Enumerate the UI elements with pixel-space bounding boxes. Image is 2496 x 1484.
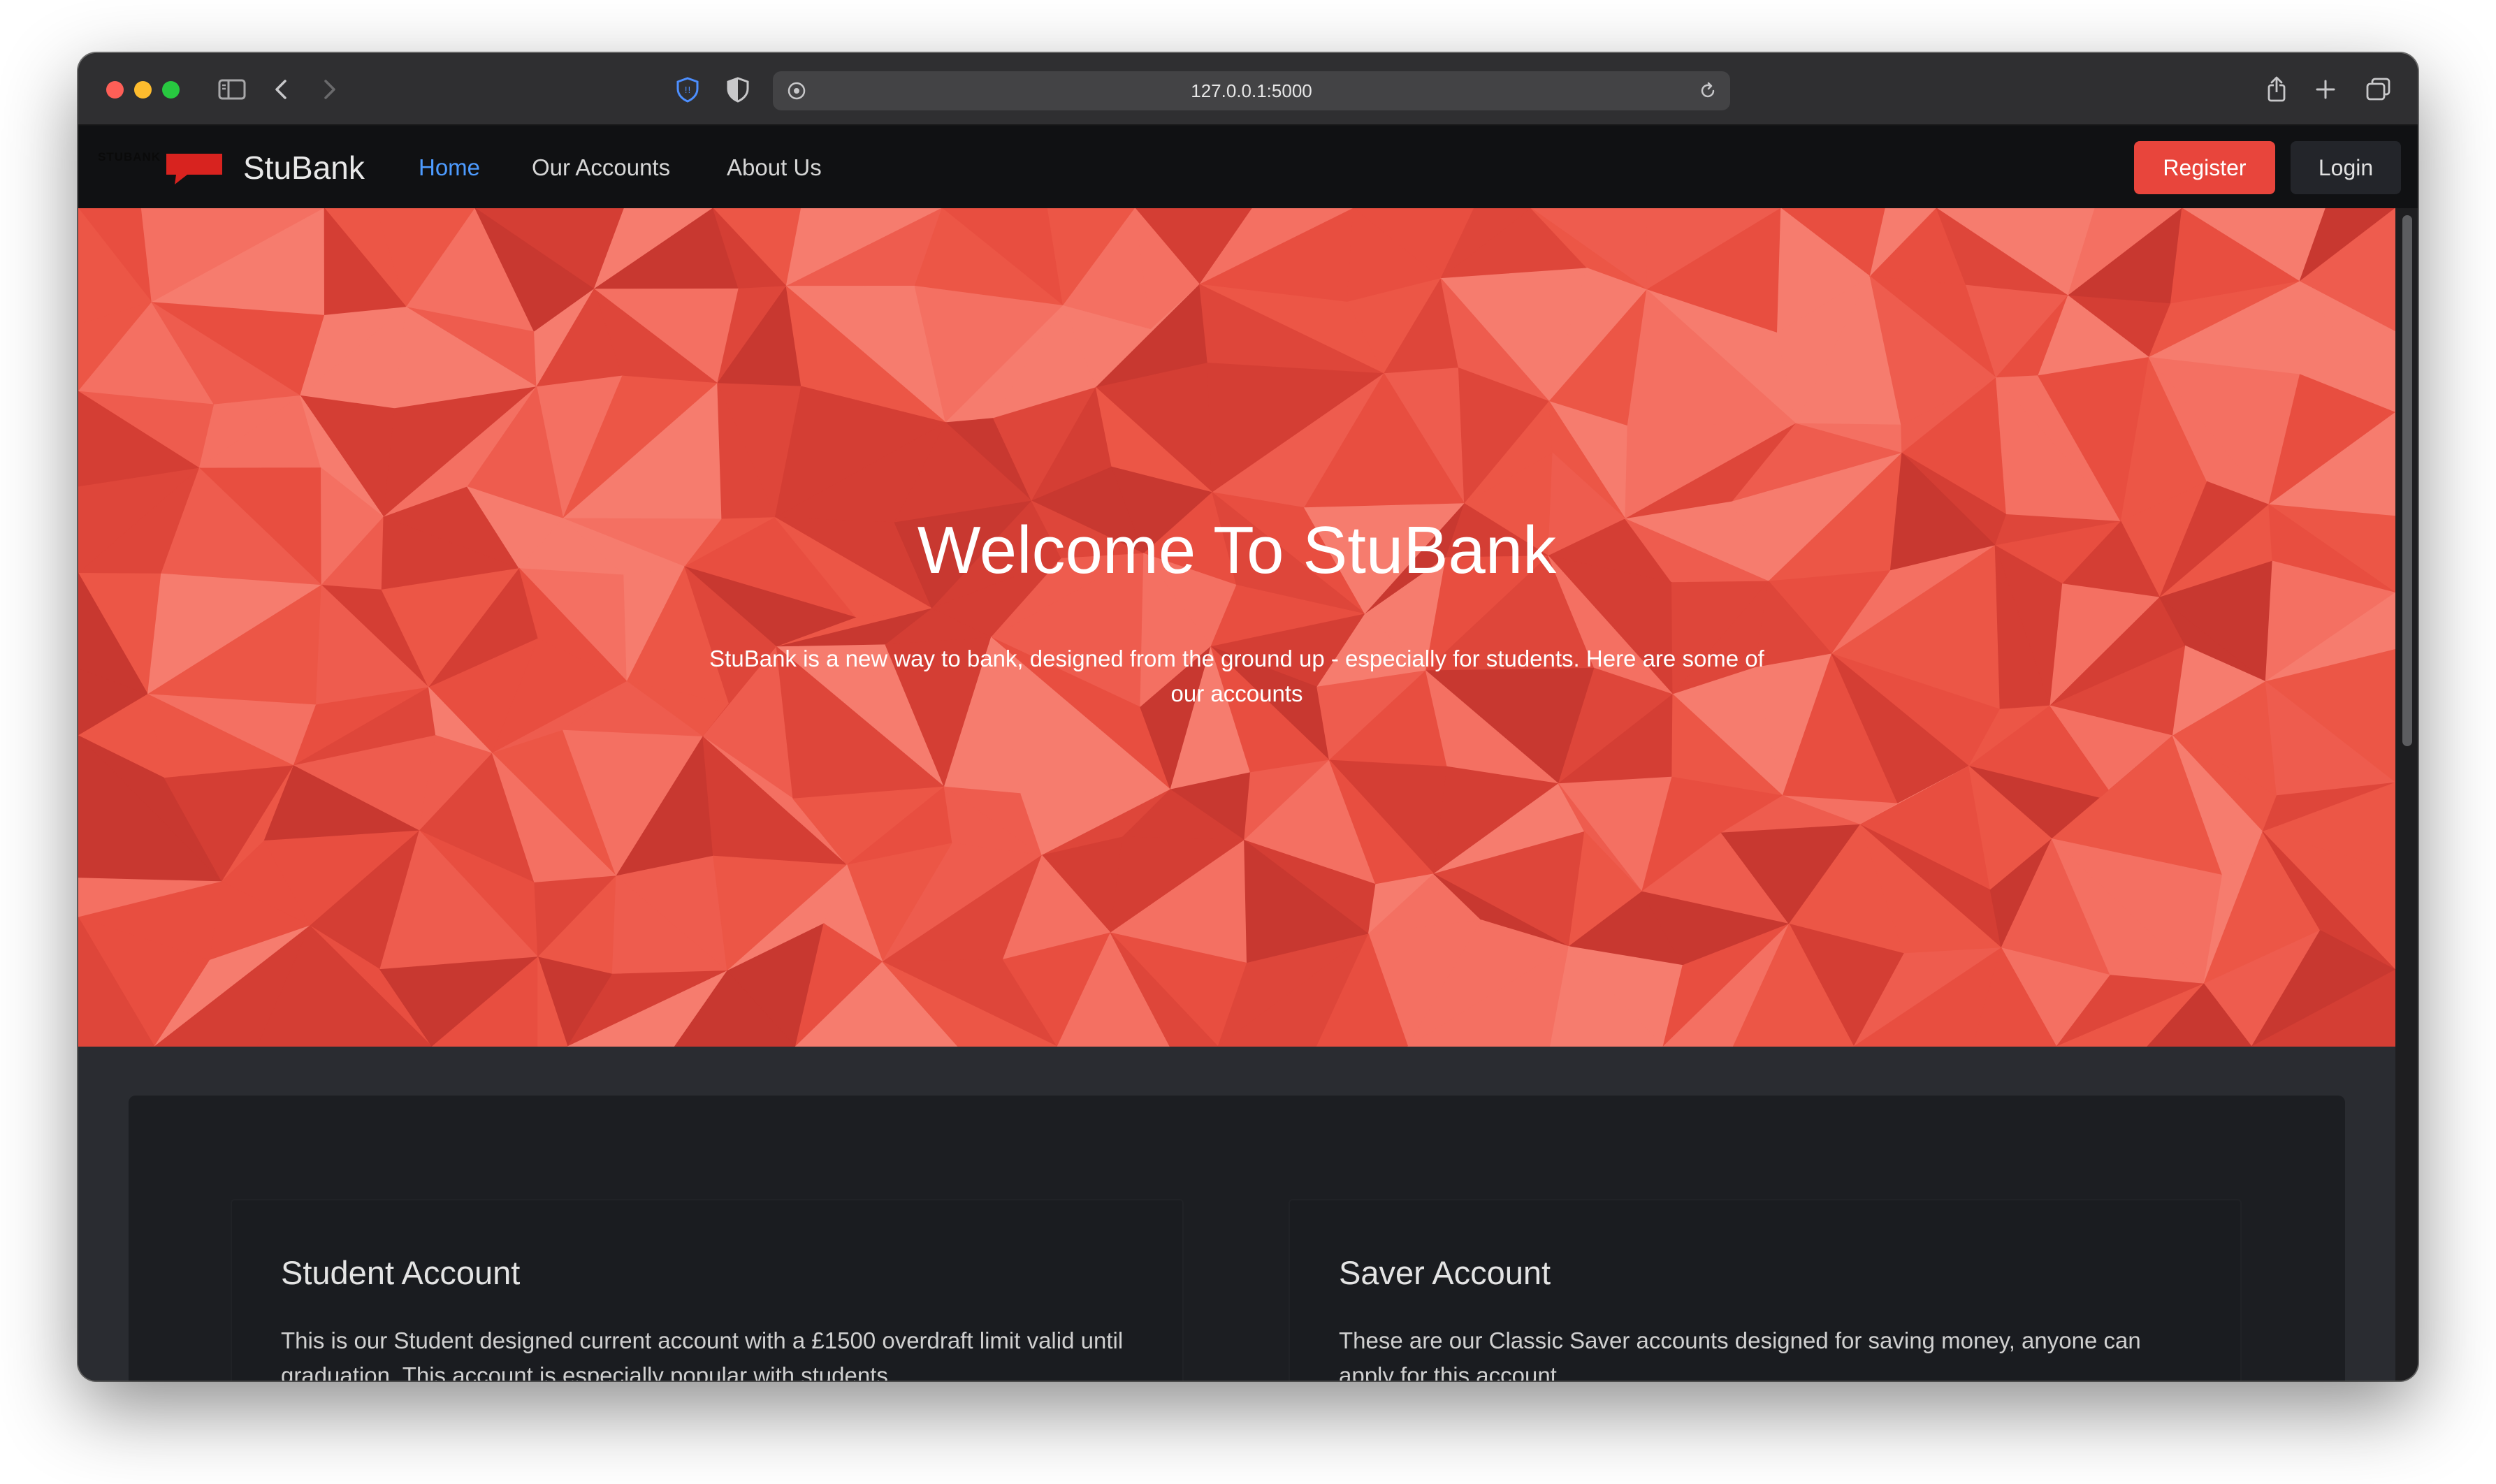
- reload-icon[interactable]: [1694, 74, 1722, 108]
- hero-subtitle: StuBank is a new way to bank, designed f…: [709, 646, 1764, 706]
- account-description: These are our Classic Saver accounts des…: [1339, 1327, 2141, 1381]
- stubank-logo[interactable]: STUBANK: [98, 147, 224, 186]
- account-description: This is our Student designed current acc…: [281, 1327, 1124, 1381]
- password-manager-shield-icon[interactable]: !!: [674, 73, 702, 106]
- browser-toolbar: !! 127.0.0.1:5000: [78, 53, 2418, 126]
- back-arrow-icon[interactable]: [267, 73, 295, 106]
- zoom-window-button[interactable]: [162, 81, 180, 99]
- privacy-report-icon[interactable]: [724, 73, 752, 106]
- page-content: Welcome To StuBank StuBank is a new way …: [78, 208, 2395, 1381]
- close-window-button[interactable]: [106, 81, 124, 99]
- account-title: Saver Account: [1339, 1254, 1551, 1291]
- browser-window: !! 127.0.0.1:5000 STUBANK StuBank Home O…: [78, 53, 2418, 1381]
- hero-title: Welcome To StuBank: [917, 513, 1557, 588]
- site-navbar: STUBANK StuBank Home Our Accounts About …: [78, 126, 2418, 208]
- share-icon[interactable]: [2263, 73, 2291, 106]
- account-title: Student Account: [281, 1254, 521, 1291]
- nav-link-home[interactable]: Home: [419, 154, 480, 182]
- saver-account-card: Saver Account These are our Classic Save…: [1289, 1199, 2242, 1381]
- brand-name[interactable]: StuBank: [243, 148, 365, 187]
- minimize-window-button[interactable]: [134, 81, 152, 99]
- hero-banner: Welcome To StuBank StuBank is a new way …: [78, 208, 2395, 1047]
- address-bar[interactable]: 127.0.0.1:5000: [773, 71, 1730, 110]
- scrollbar-thumb[interactable]: [2402, 215, 2412, 746]
- svg-text:!!: !!: [684, 85, 691, 95]
- page-scrollbar[interactable]: [2395, 208, 2418, 1381]
- forward-arrow-icon[interactable]: [316, 73, 344, 106]
- register-button[interactable]: Register: [2134, 141, 2275, 194]
- login-button[interactable]: Login: [2291, 141, 2401, 194]
- student-account-card: Student Account This is our Student desi…: [231, 1199, 1184, 1381]
- new-tab-plus-icon[interactable]: [2312, 73, 2339, 106]
- sidebar-toggle-icon[interactable]: [215, 73, 249, 106]
- accounts-section: Student Account This is our Student desi…: [129, 1096, 2345, 1381]
- url-text: 127.0.0.1:5000: [1191, 80, 1312, 101]
- tab-overview-icon[interactable]: [2363, 73, 2394, 106]
- nav-link-about-us[interactable]: About Us: [727, 154, 822, 182]
- low-poly-background: [78, 208, 2395, 1047]
- svg-text:STUBANK: STUBANK: [98, 150, 161, 163]
- nav-link-our-accounts[interactable]: Our Accounts: [532, 154, 670, 182]
